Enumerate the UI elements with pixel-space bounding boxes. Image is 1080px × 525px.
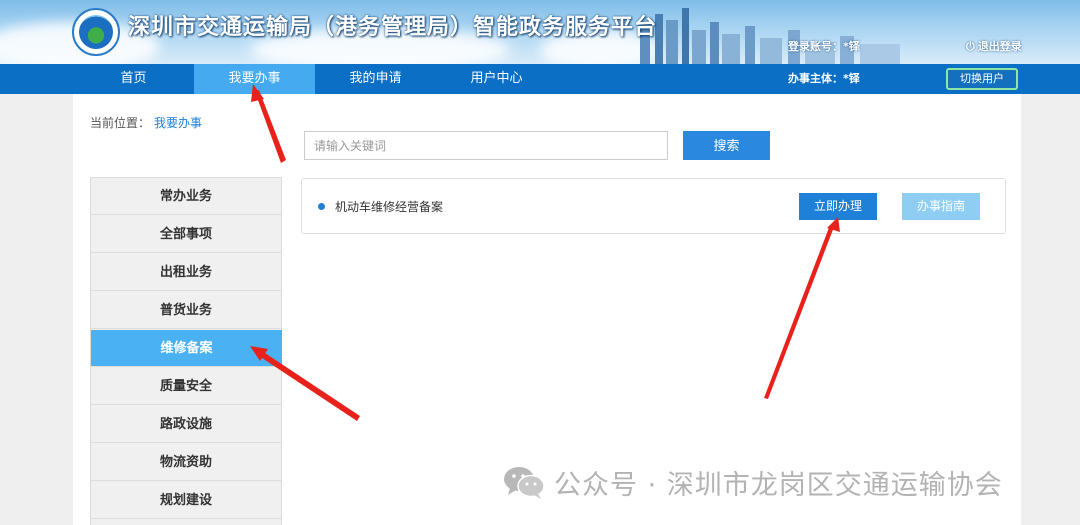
sidebar-item-all[interactable]: 全部事项 [91,216,281,253]
watermark-text: 公众号 · 深圳市龙岗区交通运输协会 [554,469,1003,501]
subject-label: 办事主体：*铎 [788,72,860,85]
breadcrumb-current[interactable]: 我要办事 [154,116,202,130]
sidebar-item-logistics-subsidy[interactable]: 物流资助 [91,444,281,481]
search-input[interactable] [304,131,668,160]
nav-item-home[interactable]: 首页 [73,64,194,94]
nav-item-user-center[interactable]: 用户中心 [436,64,557,94]
service-card: 机动车维修经营备案 立即办理 办事指南 [301,178,1006,234]
sidebar-item-taxi[interactable]: 出租业务 [91,254,281,291]
wechat-watermark: 公众号 · 深圳市龙岗区交通运输协会 [502,464,1003,501]
bureau-logo [72,8,120,56]
sidebar-item-road-facilities[interactable]: 路政设施 [91,406,281,443]
header-banner: 深圳市交通运输局（港务管理局）智能政务服务平台 登录账号：*铎 ⏻ 退出登录 [0,0,1080,64]
category-sidebar: 常办业务 全部事项 出租业务 普货业务 维修备案 质量安全 路政设施 物流资助 … [90,177,282,525]
site-title: 深圳市交通运输局（港务管理局）智能政务服务平台 [128,15,658,40]
sidebar-item-common[interactable]: 常办业务 [91,178,281,215]
handle-now-button[interactable]: 立即办理 [799,193,877,220]
power-icon: ⏻ [966,40,975,53]
wechat-icon [504,467,545,499]
city-skyline-image [640,8,900,64]
sidebar-item-quality-safety[interactable]: 质量安全 [91,368,281,405]
nav-item-services[interactable]: 我要办事 [194,64,315,94]
nav-item-my-applications[interactable]: 我的申请 [315,64,436,94]
switch-user-button[interactable]: 切换用户 [946,68,1018,90]
sidebar-item-repair-filing[interactable]: 维修备案 [91,330,282,367]
search-button[interactable]: 搜索 [683,131,770,160]
breadcrumb: 当前位置： 我要办事 [90,114,202,131]
bullet-dot-icon [318,203,325,210]
service-name: 机动车维修经营备案 [335,200,444,214]
logout-button[interactable]: ⏻ 退出登录 [966,38,1022,54]
service-guide-button[interactable]: 办事指南 [902,193,980,220]
main-nav: 首页 我要办事 我的申请 用户中心 办事主体：*铎 切换用户 [0,64,1080,94]
sidebar-item-planning[interactable]: 规划建设 [91,482,281,519]
logout-label: 退出登录 [977,40,1022,53]
login-account-label: 登录账号：*铎 [788,40,860,53]
sidebar-item-general-cargo[interactable]: 普货业务 [91,292,281,329]
breadcrumb-prefix: 当前位置： [90,116,151,130]
